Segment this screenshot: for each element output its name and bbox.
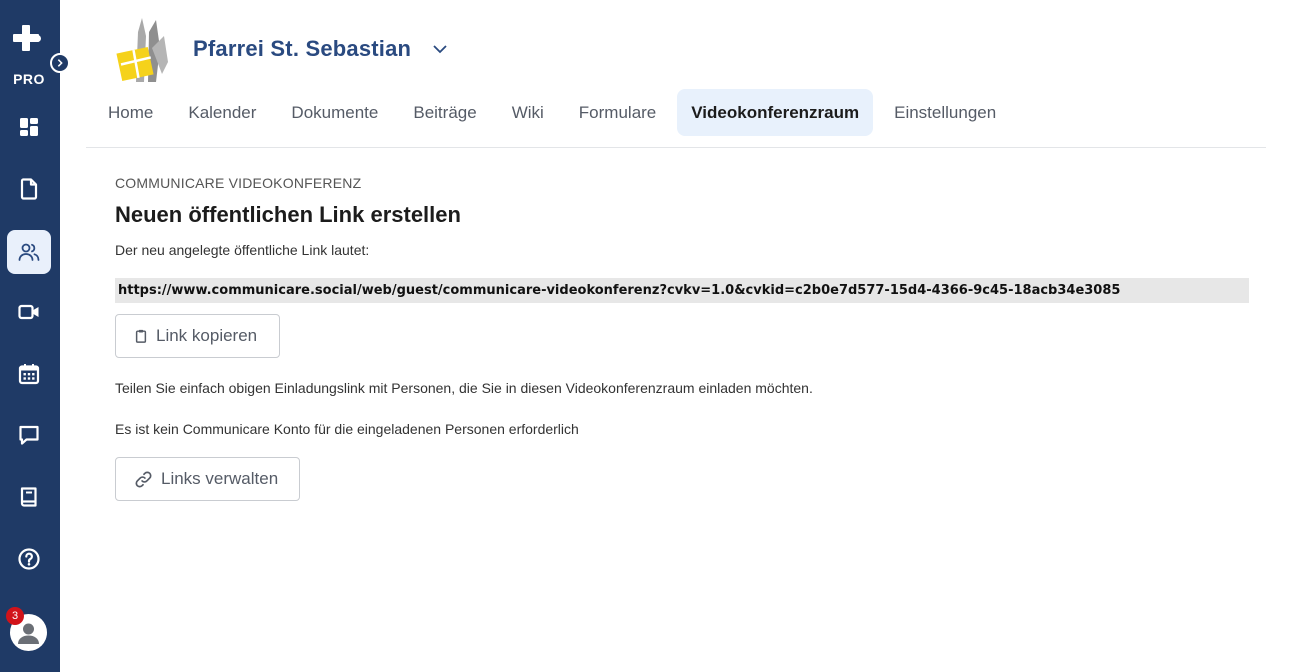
calendar-icon (18, 364, 40, 385)
tab-videokonferenzraum[interactable]: Videokonferenzraum (677, 89, 874, 136)
sidebar-item-groups[interactable] (7, 230, 51, 274)
book-icon (20, 487, 37, 507)
notification-badge: 3 (6, 607, 24, 625)
public-link-text[interactable]: https://www.communicare.social/web/guest… (115, 278, 1249, 303)
no-account-text: Es ist kein Communicare Konto für die ei… (115, 421, 579, 437)
intro-text: Der neu angelegte öffentliche Link laute… (115, 242, 370, 258)
sidebar-item-book[interactable] (7, 475, 51, 519)
sidebar: PRO 3 (0, 0, 60, 672)
chevron-right-icon (57, 59, 63, 67)
copy-link-label: Link kopieren (156, 326, 258, 345)
parish-logo (116, 18, 172, 82)
sidebar-item-documents[interactable] (7, 167, 51, 211)
org-title[interactable]: Pfarrei St. Sebastian (193, 36, 411, 62)
page-title: Neuen öffentlichen Link erstellen (115, 202, 461, 227)
share-hint-text: Teilen Sie einfach obigen Einladungslink… (115, 380, 813, 396)
clipboard-icon (135, 329, 147, 343)
video-icon (18, 304, 39, 320)
link-icon (135, 471, 152, 487)
sidebar-item-calendar[interactable] (7, 352, 51, 396)
dashboard-icon (20, 118, 38, 136)
sidebar-item-dashboard[interactable] (7, 105, 51, 149)
sidebar-collapse-button[interactable] (50, 53, 70, 73)
header-divider (86, 147, 1266, 148)
tab-dokumente[interactable]: Dokumente (277, 89, 392, 136)
tab-einstellungen[interactable]: Einstellungen (880, 89, 1010, 136)
brand-dot-icon (34, 35, 41, 42)
users-icon (18, 243, 40, 261)
manage-links-button[interactable]: Links verwalten (115, 457, 300, 501)
help-icon (18, 548, 40, 570)
manage-links-label: Links verwalten (161, 469, 279, 488)
chat-icon (19, 425, 39, 445)
brand-label: PRO (13, 71, 45, 87)
tab-wiki[interactable]: Wiki (498, 89, 558, 136)
tab-kalender[interactable]: Kalender (174, 89, 270, 136)
sidebar-item-help[interactable] (7, 537, 51, 581)
tab-formulare[interactable]: Formulare (565, 89, 670, 136)
tab-home[interactable]: Home (94, 89, 167, 136)
sidebar-item-video[interactable] (7, 290, 51, 334)
section-eyebrow: COMMUNICARE VIDEOKONFERENZ (115, 175, 362, 191)
copy-link-button[interactable]: Link kopieren (115, 314, 280, 358)
document-icon (20, 178, 38, 200)
sidebar-item-chat[interactable] (7, 413, 51, 457)
tab-beitraege[interactable]: Beiträge (399, 89, 490, 136)
chevron-down-icon[interactable] (432, 41, 448, 57)
tab-bar: Home Kalender Dokumente Beiträge Wiki Fo… (94, 89, 1017, 136)
